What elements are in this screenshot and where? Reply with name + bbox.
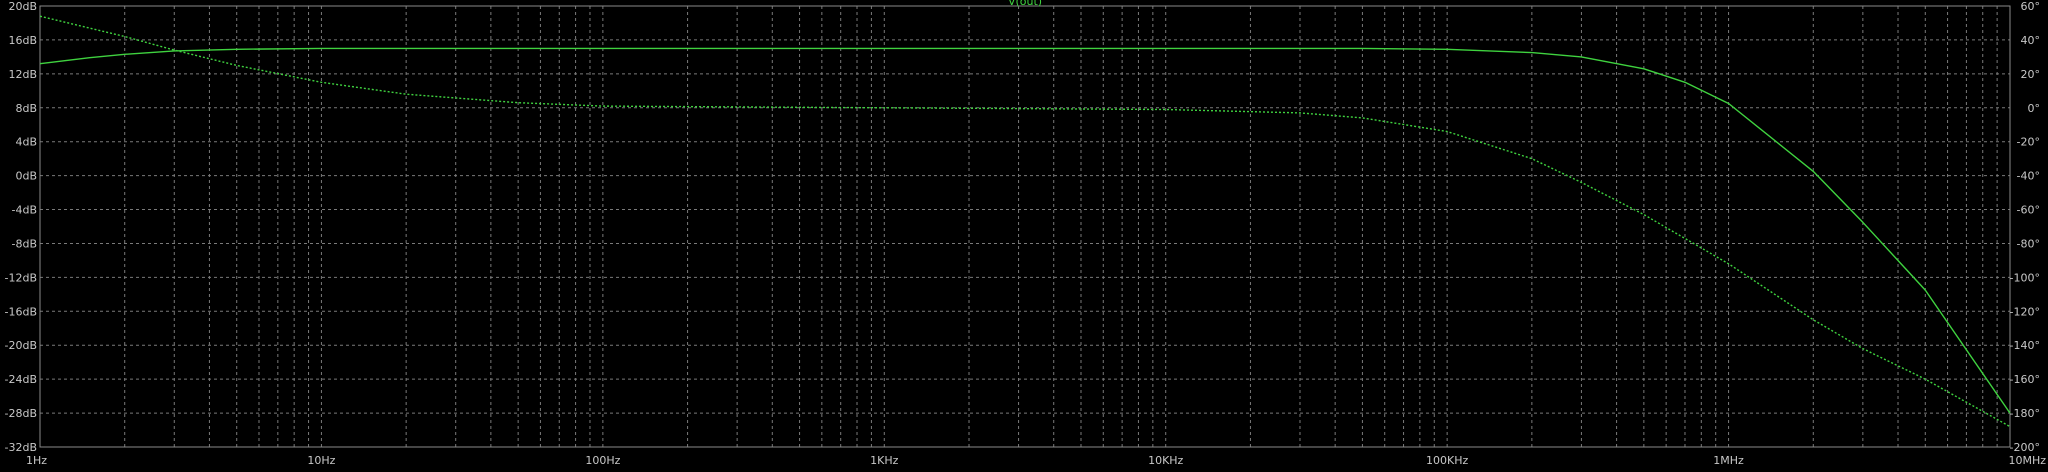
x-tick-label: 100Hz [585,454,620,467]
chart-title: V(out) [1008,0,1042,8]
y2-tick-label: -180° [2010,407,2040,420]
y2-tick-label: -100° [2010,271,2040,284]
x-tick-label: 1MHz [1713,454,1744,467]
y-tick-label: 12dB [8,68,37,81]
x-tick-label: 10KHz [1148,454,1183,467]
y-tick-label: -16dB [5,305,38,318]
y2-tick-label: -40° [2017,170,2040,183]
x-tick-label: 100KHz [1426,454,1468,467]
y-tick-label: -8dB [12,237,38,250]
y-tick-label: 16dB [8,34,37,47]
y-tick-label: -28dB [5,407,38,420]
y-tick-label: -32dB [5,441,38,454]
bode-plot: 20dB 16dB 12dB 8dB 4dB 0dB -4dB -8dB -12dB -16dB -… [0,0,2048,472]
y2-tick-label: -20° [2017,136,2040,149]
y2-tick-label: -120° [2010,305,2040,318]
y-tick-label: 8dB [15,102,37,115]
y2-tick-label: 0° [2028,102,2041,115]
y-tick-label: -4dB [12,204,38,217]
y-tick-label: 4dB [15,136,37,149]
y2-tick-label: -160° [2010,373,2040,386]
y2-tick-label: -200° [2010,441,2040,454]
x-tick-label: 10MHz [2008,454,2046,467]
x-tick-label: 1KHz [870,454,898,467]
y-tick-label: -12dB [5,271,38,284]
y2-tick-label: 20° [2021,68,2041,81]
y-tick-label: -20dB [5,339,38,352]
y2-tick-label: 40° [2021,34,2041,47]
y2-tick-label: 60° [2021,0,2041,13]
y-tick-label: 0dB [15,170,37,183]
y2-tick-label: -80° [2017,237,2040,250]
x-tick-label: 10Hz [307,454,335,467]
y2-tick-label: -140° [2010,339,2040,352]
y2-tick-label: -60° [2017,204,2040,217]
y-tick-label: 20dB [8,0,37,13]
y-tick-label: -24dB [5,373,38,386]
x-tick-label: 1Hz [26,454,47,467]
